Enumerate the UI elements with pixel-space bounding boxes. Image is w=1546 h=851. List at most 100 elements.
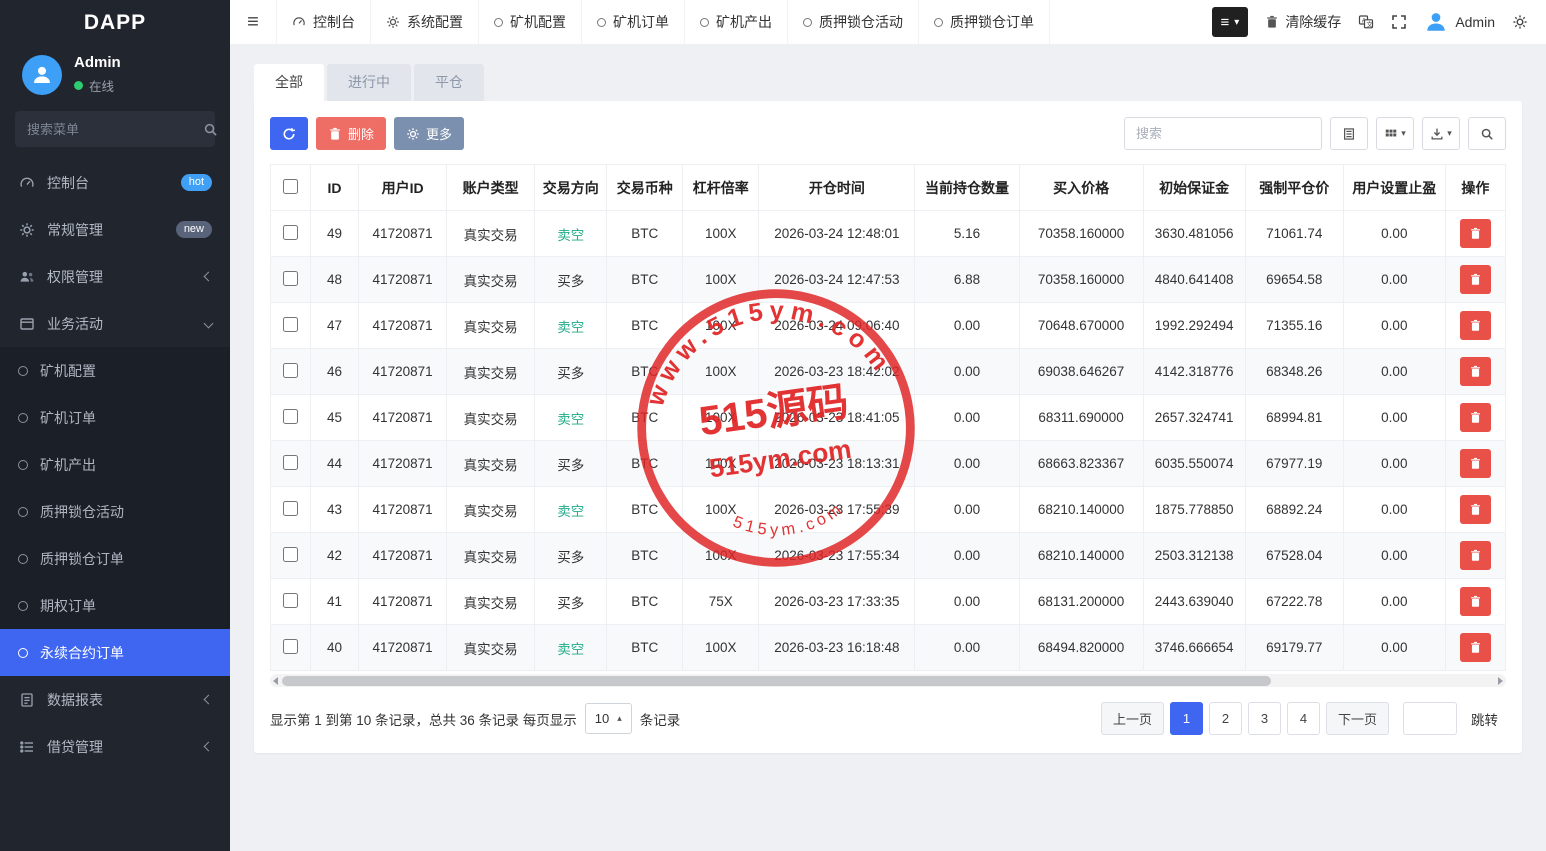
fullscreen-icon[interactable] [1391, 14, 1407, 30]
row-checkbox[interactable] [283, 455, 298, 470]
col-header-11[interactable]: 强制平仓价 [1245, 165, 1343, 211]
row-checkbox[interactable] [283, 593, 298, 608]
col-header-10[interactable]: 初始保证金 [1143, 165, 1245, 211]
row-checkbox[interactable] [283, 317, 298, 332]
row-checkbox[interactable] [283, 363, 298, 378]
refresh-button[interactable] [270, 117, 308, 150]
row-delete-button[interactable] [1460, 357, 1491, 386]
cell-account_type: 真实交易 [447, 257, 535, 303]
sidebar-search [15, 111, 215, 147]
page-jump-input[interactable] [1403, 702, 1457, 735]
user-menu[interactable]: Admin [1424, 10, 1495, 34]
pagination-page-1[interactable]: 1 [1170, 702, 1203, 735]
scroll-right-icon[interactable] [1498, 677, 1503, 685]
cell-coin: BTC [607, 303, 683, 349]
pagination-next-button[interactable]: 下一页 [1326, 702, 1389, 735]
topnav-item-6[interactable]: 质押锁仓活动 [788, 0, 919, 44]
tab-2[interactable]: 进行中 [327, 64, 411, 101]
row-checkbox[interactable] [283, 409, 298, 424]
row-delete-button[interactable] [1460, 403, 1491, 432]
sidebar-subitem-5[interactable]: 质押锁仓订单 [0, 535, 230, 582]
circle-icon [700, 18, 709, 27]
row-checkbox[interactable] [283, 271, 298, 286]
row-checkbox[interactable] [283, 501, 298, 516]
sidebar-item-1[interactable]: 控制台hot [0, 159, 230, 206]
row-delete-button[interactable] [1460, 449, 1491, 478]
select-all-checkbox[interactable] [283, 179, 298, 194]
sidebar-subitem-4[interactable]: 质押锁仓活动 [0, 488, 230, 535]
sidebar-item-4[interactable]: 业务活动 [0, 300, 230, 347]
settings-gears-icon[interactable] [1512, 14, 1528, 30]
horizontal-scrollbar[interactable] [270, 674, 1506, 687]
table-search-input[interactable] [1124, 117, 1322, 150]
col-header-4[interactable]: 交易方向 [535, 165, 607, 211]
scrollbar-thumb[interactable] [282, 676, 1271, 686]
detail-view-button[interactable] [1330, 117, 1368, 150]
scroll-left-icon[interactable] [273, 677, 278, 685]
tab-1[interactable]: 全部 [254, 64, 324, 101]
menu-toggle-button[interactable]: ≡ [230, 0, 276, 44]
col-header-6[interactable]: 杠杆倍率 [683, 165, 759, 211]
export-button[interactable]: ▾ [1422, 117, 1460, 150]
sidebar-subitem-3[interactable]: 矿机产出 [0, 441, 230, 488]
topnav-item-3[interactable]: 矿机配置 [479, 0, 582, 44]
columns-toggle-button[interactable]: ▾ [1376, 117, 1414, 150]
sidebar-bottom-item-2[interactable]: 借贷管理 [0, 723, 230, 770]
topnav-item-7[interactable]: 质押锁仓订单 [919, 0, 1050, 44]
user-profile[interactable]: Admin 在线 [0, 46, 230, 107]
caret-down-icon: ▾ [1234, 17, 1239, 28]
row-delete-button[interactable] [1460, 311, 1491, 340]
topnav-item-2[interactable]: 系统配置 [371, 0, 479, 44]
sidebar-subitem-6[interactable]: 期权订单 [0, 582, 230, 629]
row-delete-button[interactable] [1460, 541, 1491, 570]
per-page-select[interactable]: 10 ▴ [585, 703, 632, 734]
pagination-page-4[interactable]: 4 [1287, 702, 1320, 735]
tab-3[interactable]: 平仓 [414, 64, 484, 101]
cell-leverage: 100X [683, 533, 759, 579]
clear-cache-button[interactable]: 清除缓存 [1265, 12, 1341, 32]
row-checkbox[interactable] [283, 225, 298, 240]
topnav-item-4[interactable]: 矿机订单 [582, 0, 685, 44]
topnav-item-1[interactable]: 控制台 [276, 0, 371, 44]
search-icon[interactable] [203, 122, 218, 137]
cell-position: 0.00 [915, 625, 1019, 671]
user-status: 在线 [74, 76, 121, 95]
cell-account_type: 真实交易 [447, 395, 535, 441]
language-icon[interactable]: A文 [1358, 14, 1374, 30]
search-button[interactable] [1468, 117, 1506, 150]
cell-take_profit: 0.00 [1343, 349, 1445, 395]
topnav-item-5[interactable]: 矿机产出 [685, 0, 788, 44]
col-header-1[interactable]: ID [311, 165, 359, 211]
col-header-9[interactable]: 买入价格 [1019, 165, 1143, 211]
sidebar-search-input[interactable] [27, 122, 203, 137]
col-header-7[interactable]: 开仓时间 [759, 165, 915, 211]
row-checkbox[interactable] [283, 547, 298, 562]
row-delete-button[interactable] [1460, 219, 1491, 248]
cell-liq_price: 69654.58 [1245, 257, 1343, 303]
sidebar-item-3[interactable]: 权限管理 [0, 253, 230, 300]
delete-button[interactable]: 删除 [316, 117, 386, 150]
row-delete-button[interactable] [1460, 633, 1491, 662]
pagination-page-3[interactable]: 3 [1248, 702, 1281, 735]
col-header-5[interactable]: 交易币种 [607, 165, 683, 211]
row-delete-button[interactable] [1460, 587, 1491, 616]
row-delete-button[interactable] [1460, 495, 1491, 524]
pagination-prev-button[interactable]: 上一页 [1101, 702, 1164, 735]
row-delete-button[interactable] [1460, 265, 1491, 294]
sidebar-item-2[interactable]: 常规管理new [0, 206, 230, 253]
more-button[interactable]: 更多 [394, 117, 464, 150]
sidebar-bottom-item-1[interactable]: 数据报表 [0, 676, 230, 723]
pagination-page-2[interactable]: 2 [1209, 702, 1242, 735]
sidebar-subitem-7[interactable]: 永续合约订单 [0, 629, 230, 676]
row-checkbox[interactable] [283, 639, 298, 654]
col-header-2[interactable]: 用户ID [359, 165, 447, 211]
page-jump-button[interactable]: 跳转 [1463, 709, 1506, 729]
col-header-8[interactable]: 当前持仓数量 [915, 165, 1019, 211]
col-header-12[interactable]: 用户设置止盈 [1343, 165, 1445, 211]
trash-icon [1469, 411, 1482, 424]
table-style-dropdown-button[interactable]: ≡▾ [1212, 7, 1249, 37]
sidebar-subitem-1[interactable]: 矿机配置 [0, 347, 230, 394]
col-header-13[interactable]: 操作 [1445, 165, 1505, 211]
col-header-3[interactable]: 账户类型 [447, 165, 535, 211]
sidebar-subitem-2[interactable]: 矿机订单 [0, 394, 230, 441]
